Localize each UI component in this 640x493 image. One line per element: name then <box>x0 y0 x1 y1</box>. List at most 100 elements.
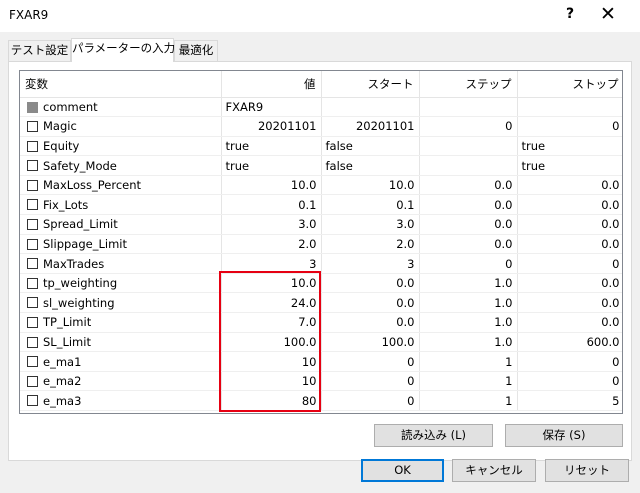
stop-cell[interactable]: 5 <box>517 390 622 411</box>
value-cell[interactable]: 0.1 <box>221 194 322 216</box>
ok-button[interactable]: OK <box>361 459 444 482</box>
cancel-button[interactable]: キャンセル <box>452 459 536 482</box>
checkbox[interactable] <box>27 101 38 113</box>
value-cell[interactable]: 20201101 <box>221 116 322 137</box>
value-cell[interactable]: 80 <box>221 390 322 411</box>
value-cell[interactable]: 3 <box>221 253 322 274</box>
stop-cell[interactable]: 0.0 <box>517 273 622 294</box>
start-cell[interactable]: 0 <box>321 390 420 411</box>
start-cell[interactable]: 0.0 <box>321 273 420 294</box>
step-cell[interactable]: 0 <box>419 116 518 137</box>
value-cell[interactable]: 10.0 <box>221 175 322 196</box>
table-row[interactable]: MaxLoss_Percent 10.0 10.0 0.0 0.0 <box>20 175 622 196</box>
value-cell[interactable]: true <box>221 155 322 176</box>
checkbox[interactable] <box>27 336 38 348</box>
start-cell[interactable]: 0 <box>321 351 420 372</box>
step-cell[interactable]: 0.0 <box>419 234 518 255</box>
start-cell[interactable]: 20201101 <box>321 116 420 137</box>
step-cell[interactable] <box>419 97 518 118</box>
value-cell[interactable]: 24.0 <box>221 292 322 314</box>
start-cell[interactable]: false <box>321 136 420 157</box>
step-cell[interactable] <box>419 136 518 157</box>
checkbox[interactable] <box>27 121 38 133</box>
checkbox[interactable] <box>27 375 38 387</box>
value-cell[interactable]: 2.0 <box>221 234 322 255</box>
start-cell[interactable]: 10.0 <box>321 175 420 196</box>
stop-cell[interactable]: 600.0 <box>517 332 622 353</box>
checkbox[interactable] <box>27 140 38 152</box>
checkbox[interactable] <box>27 199 38 211</box>
start-cell[interactable]: 0.0 <box>321 312 420 333</box>
load-button[interactable]: 読み込み (L) <box>374 424 493 447</box>
close-icon[interactable]: ✕ <box>600 3 616 25</box>
table-row[interactable]: e_ma1 10 0 1 0 <box>20 351 622 372</box>
value-cell[interactable]: 10 <box>221 351 322 372</box>
start-cell[interactable]: 3 <box>321 253 420 274</box>
step-cell[interactable]: 1.0 <box>419 292 518 314</box>
checkbox[interactable] <box>27 317 38 329</box>
table-row[interactable]: comment FXAR9 <box>20 97 622 118</box>
stop-cell[interactable]: 0 <box>517 116 622 137</box>
step-cell[interactable]: 1.0 <box>419 332 518 353</box>
start-cell[interactable]: 0 <box>321 371 420 392</box>
step-cell[interactable]: 1 <box>419 351 518 372</box>
step-cell[interactable]: 1 <box>419 371 518 392</box>
reset-button[interactable]: リセット <box>545 459 629 482</box>
start-cell[interactable]: false <box>321 155 420 176</box>
stop-cell[interactable]: 0.0 <box>517 292 622 314</box>
column-header-step[interactable]: ステップ <box>419 71 518 98</box>
help-icon[interactable]: ? <box>566 6 574 22</box>
stop-cell[interactable]: 0.0 <box>517 234 622 255</box>
table-row[interactable]: TP_Limit 7.0 0.0 1.0 0.0 <box>20 312 622 333</box>
checkbox[interactable] <box>27 179 38 191</box>
table-row[interactable]: e_ma2 10 0 1 0 <box>20 371 622 392</box>
step-cell[interactable]: 1 <box>419 390 518 411</box>
table-row[interactable]: MaxTrades 3 3 0 0 <box>20 253 622 274</box>
table-row[interactable]: e_ma3 80 0 1 5 <box>20 390 622 411</box>
table-row[interactable]: Spread_Limit 3.0 3.0 0.0 0.0 <box>20 214 622 235</box>
column-header-value[interactable]: 値 <box>221 71 322 98</box>
checkbox[interactable] <box>27 356 38 368</box>
column-header-stop[interactable]: ストップ <box>517 71 622 98</box>
start-cell[interactable]: 0.1 <box>321 194 420 216</box>
start-cell[interactable] <box>321 97 420 118</box>
table-row[interactable]: Equity true false true <box>20 136 622 157</box>
value-cell[interactable]: 10 <box>221 371 322 392</box>
column-header-start[interactable]: スタート <box>321 71 420 98</box>
value-cell[interactable]: FXAR9 <box>221 97 322 118</box>
step-cell[interactable]: 0.0 <box>419 175 518 196</box>
checkbox[interactable] <box>27 219 38 231</box>
start-cell[interactable]: 2.0 <box>321 234 420 255</box>
stop-cell[interactable]: 0.0 <box>517 194 622 216</box>
tab-parameters[interactable]: パラメーターの入力 <box>71 38 175 62</box>
checkbox[interactable] <box>27 238 38 250</box>
stop-cell[interactable]: true <box>517 155 622 176</box>
start-cell[interactable]: 3.0 <box>321 214 420 235</box>
table-row[interactable]: Slippage_Limit 2.0 2.0 0.0 0.0 <box>20 234 622 255</box>
tab-test-settings[interactable]: テスト設定 <box>8 40 71 61</box>
table-row[interactable]: SL_Limit 100.0 100.0 1.0 600.0 <box>20 332 622 353</box>
value-cell[interactable]: 3.0 <box>221 214 322 235</box>
checkbox[interactable] <box>27 160 38 172</box>
value-cell[interactable]: true <box>221 136 322 157</box>
step-cell[interactable]: 0.0 <box>419 194 518 216</box>
checkbox[interactable] <box>27 395 38 407</box>
start-cell[interactable]: 100.0 <box>321 332 420 353</box>
column-header-variable[interactable]: 変数 <box>20 71 222 98</box>
stop-cell[interactable]: 0.0 <box>517 312 622 333</box>
table-row[interactable]: sl_weighting 24.0 0.0 1.0 0.0 <box>20 292 622 314</box>
save-button[interactable]: 保存 (S) <box>505 424 623 447</box>
step-cell[interactable]: 0.0 <box>419 214 518 235</box>
table-row[interactable]: Fix_Lots 0.1 0.1 0.0 0.0 <box>20 194 622 216</box>
step-cell[interactable]: 1.0 <box>419 273 518 294</box>
checkbox[interactable] <box>27 297 38 309</box>
stop-cell[interactable]: 0 <box>517 371 622 392</box>
value-cell[interactable]: 10.0 <box>221 273 322 294</box>
stop-cell[interactable]: 0 <box>517 351 622 372</box>
table-row[interactable]: tp_weighting 10.0 0.0 1.0 0.0 <box>20 273 622 294</box>
stop-cell[interactable] <box>517 97 622 118</box>
stop-cell[interactable]: 0.0 <box>517 214 622 235</box>
value-cell[interactable]: 7.0 <box>221 312 322 333</box>
step-cell[interactable]: 1.0 <box>419 312 518 333</box>
step-cell[interactable]: 0 <box>419 253 518 274</box>
